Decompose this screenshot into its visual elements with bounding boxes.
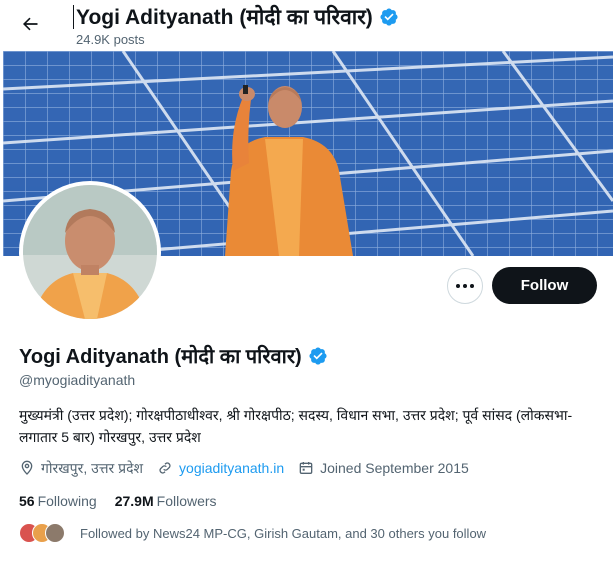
header-title-text: Yogi Adityanath (मोदी का परिवार) xyxy=(76,6,373,29)
following-link[interactable]: 56 Following xyxy=(19,493,97,509)
posts-count: 24.9K posts xyxy=(76,32,145,47)
more-icon-dot xyxy=(463,284,467,288)
website-link[interactable]: yogiadityanath.in xyxy=(179,460,284,476)
followers-link[interactable]: 27.9M Followers xyxy=(115,493,217,509)
follow-button[interactable]: Follow xyxy=(492,267,597,304)
followers-count: 27.9M xyxy=(114,493,154,509)
location-text: गोरखपुर, उत्तर प्रदेश xyxy=(41,459,144,476)
text-cursor xyxy=(73,5,74,29)
profile-name-text: Yogi Adityanath (मोदी का परिवार) xyxy=(19,346,302,368)
profile-avatar[interactable] xyxy=(19,181,161,323)
back-arrow-icon xyxy=(23,17,38,31)
more-button[interactable] xyxy=(447,268,483,304)
profile-handle: @myogiadityanath xyxy=(19,372,136,388)
more-icon xyxy=(456,284,460,288)
header-title: Yogi Adityanath (मोदी का परिवार) xyxy=(73,3,399,31)
website-item[interactable]: yogiadityanath.in xyxy=(157,460,284,476)
mutual-avatar xyxy=(45,523,65,543)
followed-by[interactable]: Followed by News24 MP-CG, Girish Gautam,… xyxy=(19,521,486,545)
avatar-image xyxy=(23,185,157,319)
profile-name: Yogi Adityanath (मोदी का परिवार) xyxy=(19,342,328,369)
profile-meta: गोरखपुर, उत्तर प्रदेश yogiadityanath.in … xyxy=(19,458,483,478)
verified-badge-icon xyxy=(380,8,398,26)
follow-counts: 56 Following 27.9M Followers xyxy=(19,493,217,509)
followers-label: Followers xyxy=(156,493,217,509)
following-count: 56 xyxy=(19,493,35,509)
back-button[interactable] xyxy=(14,8,46,40)
joined-item: Joined September 2015 xyxy=(298,460,469,476)
profile-bio: मुख्यमंत्री (उत्तर प्रदेश); गोरक्षपीठाधी… xyxy=(19,407,573,445)
mutual-avatars xyxy=(19,521,67,545)
calendar-icon xyxy=(299,462,313,474)
link-icon xyxy=(159,462,171,474)
location-icon xyxy=(21,460,33,475)
more-icon-dot xyxy=(470,284,474,288)
followed-by-text: Followed by News24 MP-CG, Girish Gautam,… xyxy=(80,525,487,541)
location-item: गोरखपुर, उत्तर प्रदेश xyxy=(19,459,143,478)
top-bar: Yogi Adityanath (मोदी का परिवार) 24.9K p… xyxy=(0,0,616,52)
verified-badge-icon[interactable] xyxy=(308,346,328,366)
following-label: Following xyxy=(37,493,97,509)
joined-text: Joined September 2015 xyxy=(320,460,469,476)
